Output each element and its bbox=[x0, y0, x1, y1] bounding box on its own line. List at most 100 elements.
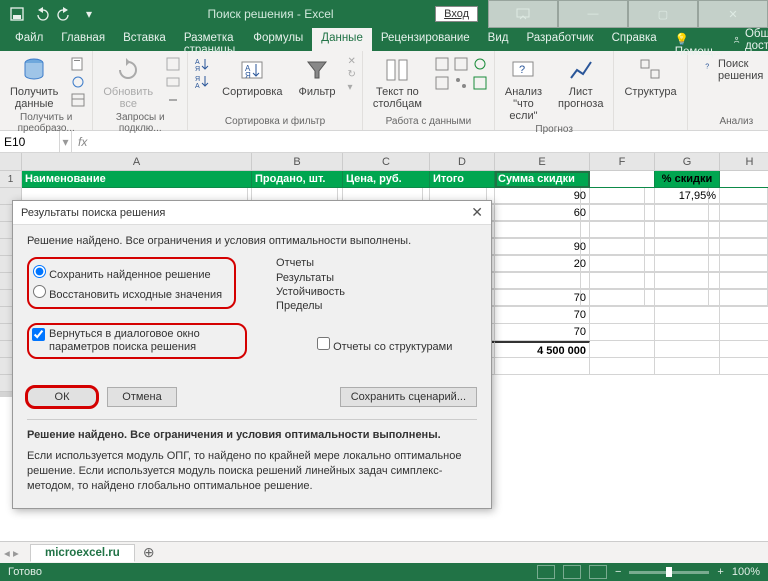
dialog-close-icon[interactable]: ✕ bbox=[471, 204, 483, 221]
login-button[interactable]: Вход bbox=[435, 6, 478, 22]
cell[interactable] bbox=[495, 273, 590, 290]
refresh-all-button[interactable]: Обновить все bbox=[99, 54, 157, 112]
from-text-icon[interactable] bbox=[70, 56, 86, 72]
select-all-cell[interactable] bbox=[0, 153, 22, 171]
cancel-button[interactable]: Отмена bbox=[107, 387, 177, 407]
sheet-tab[interactable]: microexcel.ru bbox=[30, 544, 135, 562]
consolidate-icon[interactable] bbox=[434, 75, 450, 91]
col-header-B[interactable]: B bbox=[252, 153, 343, 171]
zoom-in-icon[interactable]: + bbox=[717, 566, 723, 578]
cell[interactable]: 17,95% bbox=[655, 188, 720, 205]
view-layout-icon[interactable] bbox=[563, 565, 581, 579]
report-sensitivity[interactable]: Устойчивость bbox=[276, 285, 345, 299]
col-header-F[interactable]: F bbox=[590, 153, 655, 171]
qat-dropdown-icon[interactable]: ▾ bbox=[78, 3, 100, 25]
cell[interactable]: Наименование bbox=[22, 171, 252, 188]
tell-me[interactable]: 💡 Помощ... bbox=[666, 28, 732, 51]
relationships-icon[interactable] bbox=[453, 75, 469, 91]
ok-button[interactable]: ОК bbox=[27, 387, 97, 407]
undo-icon[interactable] bbox=[30, 3, 52, 25]
col-header-G[interactable]: G bbox=[655, 153, 720, 171]
row-header[interactable]: 1 bbox=[0, 171, 22, 188]
redo-icon[interactable] bbox=[54, 3, 76, 25]
cell[interactable]: 70 bbox=[495, 307, 590, 324]
col-header-D[interactable]: D bbox=[430, 153, 495, 171]
close-icon[interactable]: ✕ bbox=[698, 0, 768, 28]
col-header-E[interactable]: E bbox=[495, 153, 590, 171]
cell[interactable] bbox=[590, 171, 655, 188]
tab-layout[interactable]: Разметка страницы bbox=[175, 28, 244, 51]
tab-home[interactable]: Главная bbox=[52, 28, 114, 51]
tab-review[interactable]: Рецензирование bbox=[372, 28, 479, 51]
report-limits[interactable]: Пределы bbox=[276, 299, 345, 313]
view-normal-icon[interactable] bbox=[537, 565, 555, 579]
tab-developer[interactable]: Разработчик bbox=[517, 28, 602, 51]
radio-keep-solution[interactable]: Сохранить найденное решение bbox=[33, 263, 222, 283]
from-table-icon[interactable] bbox=[70, 92, 86, 108]
ribbon-options-icon[interactable] bbox=[488, 0, 558, 28]
cell[interactable]: Сумма скидки bbox=[495, 171, 590, 188]
cell[interactable] bbox=[590, 188, 655, 205]
name-dropdown-icon[interactable]: ▾ bbox=[60, 131, 72, 152]
cell[interactable]: 4 500 000 bbox=[495, 341, 590, 358]
sort-za-icon[interactable]: ЯA bbox=[194, 73, 210, 89]
sheet-nav[interactable]: ◂ ▸ bbox=[4, 546, 19, 560]
cell[interactable]: 90 bbox=[495, 188, 590, 205]
col-header-H[interactable]: H bbox=[720, 153, 768, 171]
checkbox-return-dialog[interactable]: Вернуться в диалоговое окно параметров п… bbox=[32, 328, 229, 354]
name-box[interactable] bbox=[0, 131, 60, 152]
name-box-input[interactable] bbox=[4, 135, 55, 149]
cell[interactable]: 70 bbox=[495, 290, 590, 307]
add-sheet-icon[interactable]: ⊕ bbox=[139, 544, 159, 561]
tab-insert[interactable]: Вставка bbox=[114, 28, 175, 51]
clear-filter-icon[interactable]: ✕ bbox=[348, 56, 356, 67]
tab-formulas[interactable]: Формулы bbox=[244, 28, 312, 51]
save-icon[interactable] bbox=[6, 3, 28, 25]
zoom-out-icon[interactable]: − bbox=[615, 566, 621, 578]
cell[interactable]: Итого bbox=[430, 171, 495, 188]
properties-icon[interactable] bbox=[165, 74, 181, 90]
cell[interactable]: Цена, руб. bbox=[343, 171, 430, 188]
cell[interactable]: 20 bbox=[495, 256, 590, 273]
sort-button[interactable]: AЯ Сортировка bbox=[218, 54, 286, 100]
tab-help[interactable]: Справка bbox=[603, 28, 666, 51]
maximize-icon[interactable]: ▢ bbox=[628, 0, 698, 28]
outline-button[interactable]: Структура bbox=[620, 54, 680, 100]
zoom-slider[interactable] bbox=[629, 571, 709, 574]
cell[interactable]: 60 bbox=[495, 205, 590, 222]
data-model-icon[interactable] bbox=[472, 75, 488, 91]
flash-fill-icon[interactable] bbox=[434, 56, 450, 72]
cell[interactable]: % скидки bbox=[655, 171, 720, 188]
col-header-C[interactable]: C bbox=[343, 153, 430, 171]
radio-restore-original[interactable]: Восстановить исходные значения bbox=[33, 283, 222, 303]
fx-icon[interactable]: fx bbox=[72, 135, 93, 149]
col-header-A[interactable]: A bbox=[22, 153, 252, 171]
remove-dupes-icon[interactable] bbox=[453, 56, 469, 72]
tab-file[interactable]: Файл bbox=[6, 28, 52, 51]
forecast-sheet-button[interactable]: Лист прогноза bbox=[554, 54, 607, 112]
cell[interactable]: 70 bbox=[495, 324, 590, 341]
checkbox-outline-reports[interactable]: Отчеты со структурами bbox=[317, 337, 452, 353]
reapply-icon[interactable]: ↻ bbox=[348, 69, 356, 80]
zoom-value[interactable]: 100% bbox=[732, 566, 760, 578]
text-to-columns-button[interactable]: Текст по столбцам bbox=[369, 54, 426, 112]
cell[interactable]: Продано, шт. bbox=[252, 171, 343, 188]
data-validation-icon[interactable] bbox=[472, 56, 488, 72]
from-web-icon[interactable] bbox=[70, 74, 86, 90]
queries-icon[interactable] bbox=[165, 56, 181, 72]
edit-links-icon[interactable] bbox=[165, 92, 181, 108]
filter-button[interactable]: Фильтр bbox=[295, 54, 340, 100]
view-pagebreak-icon[interactable] bbox=[589, 565, 607, 579]
share-button[interactable]: Общий доступ bbox=[732, 28, 768, 51]
report-results[interactable]: Результаты bbox=[276, 271, 345, 285]
tab-view[interactable]: Вид bbox=[479, 28, 518, 51]
sort-az-icon[interactable]: AЯ bbox=[194, 56, 210, 72]
cell[interactable] bbox=[495, 222, 590, 239]
advanced-icon[interactable]: ▾ bbox=[348, 82, 356, 93]
solver-button[interactable]: ? Поиск решения bbox=[694, 54, 768, 86]
what-if-button[interactable]: ? Анализ "что если" bbox=[501, 54, 546, 124]
cell[interactable] bbox=[720, 171, 768, 188]
cell[interactable]: 90 bbox=[495, 239, 590, 256]
tab-data[interactable]: Данные bbox=[312, 28, 372, 51]
save-scenario-button[interactable]: Сохранить сценарий... bbox=[340, 387, 477, 407]
